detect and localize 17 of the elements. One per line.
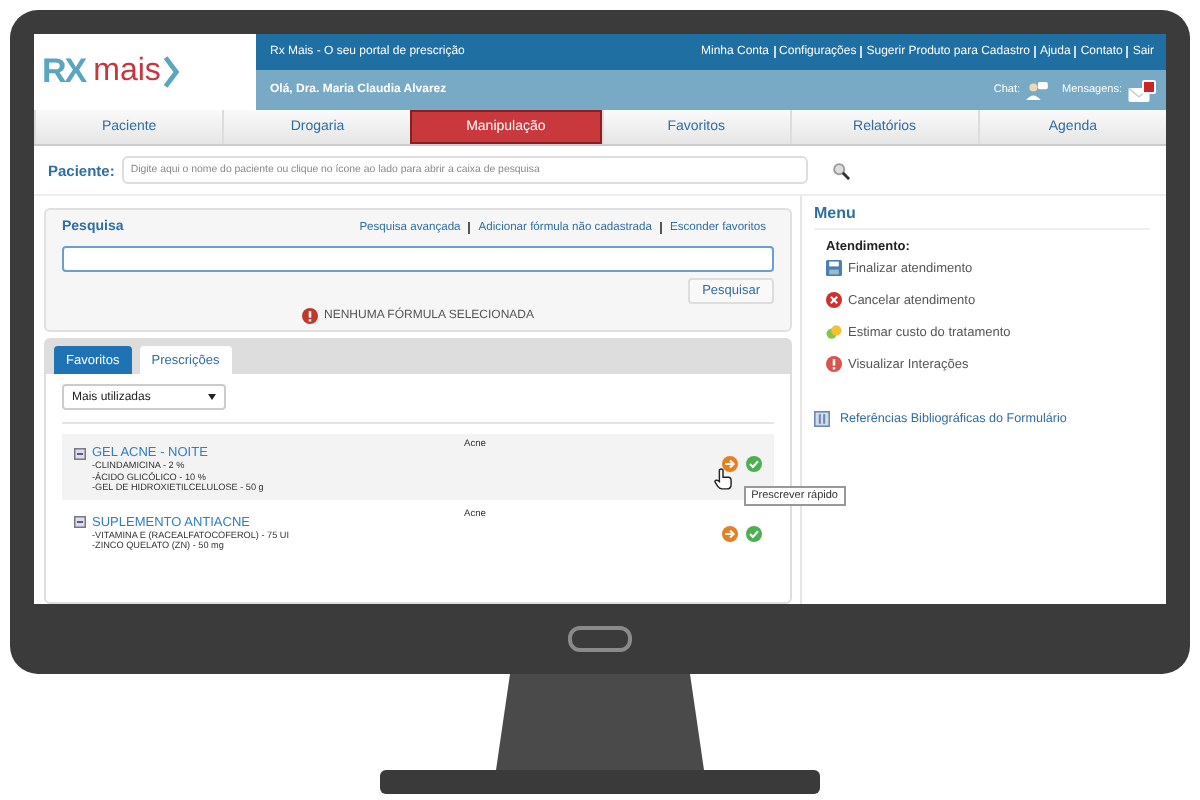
book-icon: [814, 410, 830, 428]
hand-cursor-icon: [714, 468, 732, 490]
collapse-icon[interactable]: [74, 447, 86, 459]
menu-title: Menu: [814, 204, 1150, 230]
arrow-right-icon[interactable]: [722, 525, 738, 542]
mail-icon[interactable]: [1128, 79, 1156, 101]
check-icon[interactable]: [746, 525, 762, 542]
alert-icon: [826, 356, 842, 372]
error-icon: [301, 308, 318, 324]
chat-person-icon[interactable]: [1026, 81, 1049, 99]
formula-search-field[interactable]: [62, 246, 774, 272]
arrow-right-icon[interactable]: [722, 456, 738, 472]
collapse-icon[interactable]: [74, 516, 86, 529]
check-icon[interactable]: [746, 456, 762, 472]
coins-icon: [826, 324, 842, 340]
search-icon[interactable]: [832, 161, 851, 179]
cancel-icon: [826, 292, 842, 308]
